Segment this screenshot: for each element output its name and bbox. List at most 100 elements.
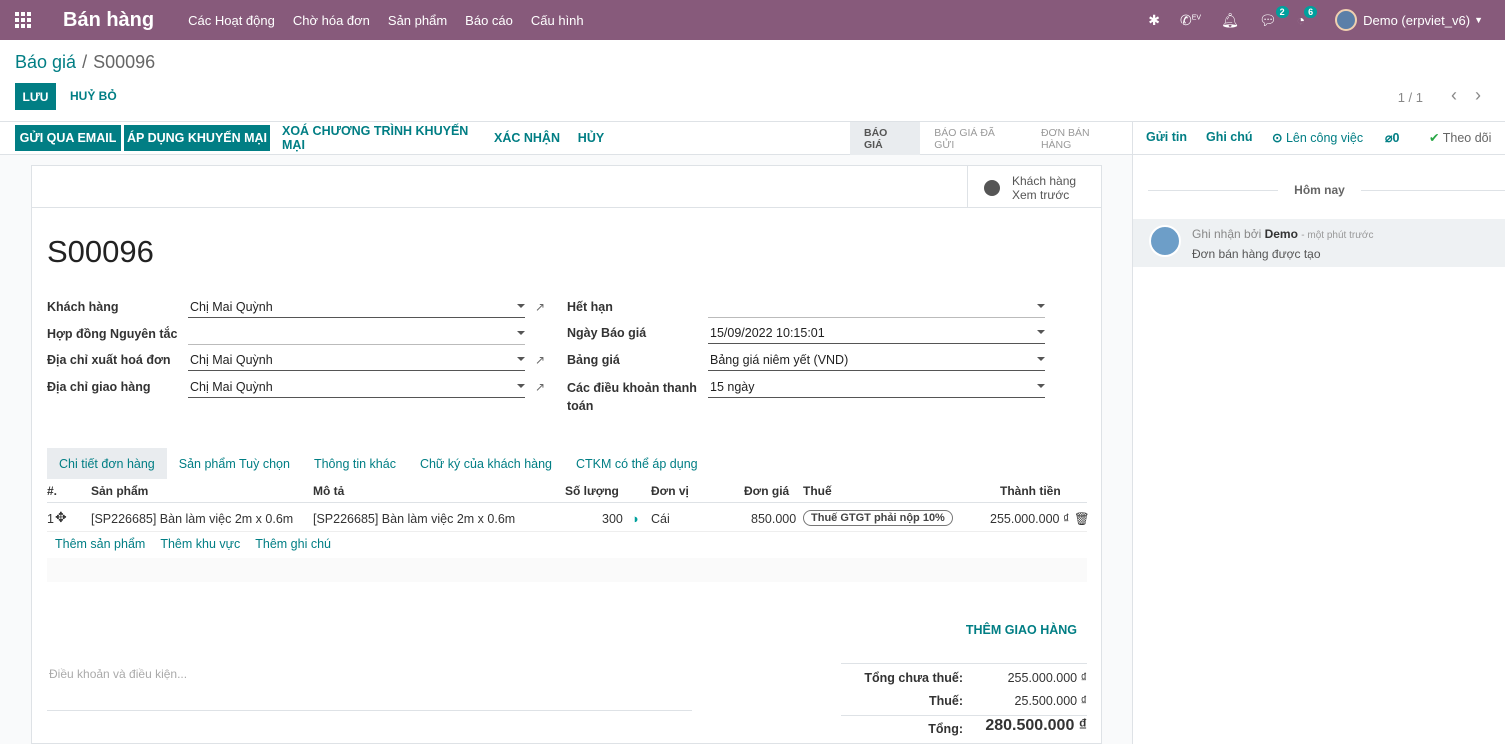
col-quantity[interactable]: Số lượng — [565, 484, 619, 498]
row-quantity[interactable]: 300 — [602, 512, 623, 526]
table-row[interactable]: 1 ✥ [SP226685] Bàn làm việc 2m x 0.6m [S… — [47, 506, 1090, 532]
pricelist-field[interactable]: Bảng giá niêm yết (VND) — [708, 349, 1045, 371]
pager-next-icon[interactable]: › — [1475, 85, 1481, 106]
chat-icon[interactable]: 💬︎ 2 — [1259, 5, 1289, 29]
quotation-date-dropdown-icon[interactable] — [1037, 330, 1045, 334]
bell-icon[interactable]: 🔔︎ — [1221, 12, 1239, 29]
payment-terms-dropdown-icon[interactable] — [1037, 384, 1045, 388]
apps-menu-icon[interactable] — [0, 0, 46, 40]
delivery-address-external-link-icon[interactable]: ↗ — [535, 380, 545, 394]
col-subtotal[interactable]: Thành tiền — [1000, 484, 1061, 498]
row-uom[interactable]: Cái — [651, 512, 670, 526]
message-prefix: Ghi nhận bởi — [1192, 227, 1262, 241]
add-note-link[interactable]: Thêm ghi chú — [255, 537, 331, 551]
menu-configuration[interactable]: Cấu hình — [531, 13, 584, 28]
col-product[interactable]: Sản phẩm — [91, 484, 148, 498]
pager-value[interactable]: 1 / 1 — [1398, 90, 1423, 105]
tab-optional-products[interactable]: Sản phẩm Tuỳ chọn — [167, 448, 302, 479]
add-delivery-button[interactable]: THÊM GIAO HÀNG — [966, 623, 1077, 637]
stage-sales-order[interactable]: ĐƠN BÁN HÀNG — [1027, 122, 1132, 155]
col-uom[interactable]: Đơn vị — [651, 484, 689, 498]
tab-applicable-promotions[interactable]: CTKM có thể áp dụng — [564, 448, 710, 479]
customer-value: Chị Mai Quỳnh — [190, 299, 273, 314]
apply-promotion-button[interactable]: ÁP DỤNG KHUYẾN MẠI — [124, 125, 270, 151]
tab-order-lines[interactable]: Chi tiết đơn hàng — [47, 448, 167, 479]
framework-contract-dropdown-icon[interactable] — [517, 331, 525, 335]
pricelist-dropdown-icon[interactable] — [1037, 357, 1045, 361]
customer-preview-button[interactable]: Khách hàng Xem trước — [967, 166, 1101, 208]
row-product[interactable]: [SP226685] Bàn làm việc 2m x 0.6m — [91, 512, 293, 526]
menu-activities[interactable]: Các Hoạt động — [188, 13, 275, 28]
menu-products[interactable]: Sản phẩm — [388, 13, 447, 28]
invoice-address-external-link-icon[interactable]: ↗ — [535, 353, 545, 367]
attachments-button[interactable]: ⌀0 — [1385, 130, 1399, 145]
log-note-button[interactable]: Ghi chú — [1206, 130, 1253, 144]
send-message-button[interactable]: Gửi tin — [1146, 130, 1187, 144]
save-button[interactable]: LƯU — [15, 83, 56, 110]
delivery-address-field[interactable]: Chị Mai Quỳnh — [188, 376, 525, 398]
invoice-address-field[interactable]: Chị Mai Quỳnh — [188, 349, 525, 371]
preview-line2: Xem trước — [1012, 188, 1070, 202]
quotation-date-field[interactable]: 15/09/2022 10:15:01 — [708, 322, 1045, 344]
schedule-activity-label: Lên công việc — [1285, 131, 1364, 145]
debug-bug-icon[interactable]: ✱ — [1148, 12, 1160, 29]
payment-terms-field[interactable]: 15 ngày — [708, 376, 1045, 398]
discard-button[interactable]: HUỶ BỎ — [70, 89, 117, 103]
payment-terms-label: Các điều khoản thanh toán — [567, 381, 697, 413]
app-name[interactable]: Bán hàng — [63, 9, 154, 32]
breadcrumb-current: S00096 — [93, 52, 156, 72]
message-author[interactable]: Demo — [1265, 227, 1298, 241]
customer-external-link-icon[interactable]: ↗ — [535, 300, 545, 314]
order-lines-header: #. Sản phẩm Mô tả Số lượng Đơn vị Đơn gi… — [47, 481, 1087, 503]
add-line-links: Thêm sản phẩm Thêm khu vực Thêm ghi chú — [55, 537, 346, 551]
user-menu[interactable]: Demo (erpviet_v6) ▼ — [1335, 9, 1483, 31]
customer-dropdown-icon[interactable] — [517, 304, 525, 308]
row-description[interactable]: [SP226685] Bàn làm việc 2m x 0.6m — [313, 512, 515, 526]
send-email-button[interactable]: GỬI QUA EMAIL — [15, 125, 121, 151]
terms-conditions-input[interactable]: Điều khoản và điều kiện... — [49, 667, 187, 681]
tab-other-info[interactable]: Thông tin khác — [302, 448, 408, 479]
add-product-link[interactable]: Thêm sản phẩm — [55, 537, 145, 551]
menu-to-invoice[interactable]: Chờ hóa đơn — [293, 13, 370, 28]
invoice-address-dropdown-icon[interactable] — [517, 357, 525, 361]
totals-divider — [841, 715, 1087, 716]
breadcrumb-quotations[interactable]: Báo giá — [15, 52, 76, 72]
tax-label: Thuế: — [928, 694, 963, 708]
col-taxes[interactable]: Thuế — [803, 484, 832, 498]
chat-badge: 2 — [1275, 5, 1289, 18]
cancel-button[interactable]: HỦY — [576, 125, 606, 151]
forecast-info-icon[interactable]: ◑ — [631, 512, 639, 526]
drag-handle-icon[interactable]: ✥ — [55, 509, 67, 526]
add-section-link[interactable]: Thêm khu vực — [160, 537, 240, 551]
menu-reports[interactable]: Báo cáo — [465, 13, 513, 28]
stage-quotation-sent[interactable]: BÁO GIÁ ĐÃ GỬI — [920, 122, 1027, 155]
expiration-dropdown-icon[interactable] — [1037, 304, 1045, 308]
schedule-activity-button[interactable]: ⊙ Lên công việc — [1272, 130, 1363, 145]
stage-quotation[interactable]: BÁO GIÁ — [850, 122, 921, 155]
attachment-count: 0 — [1392, 131, 1400, 145]
activity-clock-icon[interactable]: ◔ 6 — [1297, 6, 1318, 28]
tab-customer-signature[interactable]: Chữ ký của khách hàng — [408, 448, 564, 479]
follow-button[interactable]: ✔ Theo dõi — [1429, 130, 1491, 145]
col-unit-price[interactable]: Đơn giá — [744, 484, 789, 498]
breadcrumb-separator: / — [82, 52, 88, 72]
col-description[interactable]: Mô tả — [313, 484, 344, 498]
globe-icon — [984, 180, 1000, 196]
expiration-field[interactable] — [708, 296, 1045, 318]
button-box: Khách hàng Xem trước — [32, 166, 1101, 208]
col-seq: #. — [47, 484, 58, 498]
confirm-button[interactable]: XÁC NHẬN — [494, 125, 560, 151]
row-tax-tag[interactable]: Thuế GTGT phải nộp 10% — [803, 510, 953, 526]
trash-icon[interactable]: 🗑︎ — [1074, 512, 1090, 527]
pager-prev-icon[interactable]: ‹ — [1451, 85, 1457, 106]
row-subtotal: 255.000.000 ₫ — [990, 512, 1070, 526]
order-name: S00096 — [47, 234, 154, 269]
phone-icon[interactable]: ✆EV — [1180, 12, 1201, 29]
delivery-address-dropdown-icon[interactable] — [517, 384, 525, 388]
row-seq: 1 — [47, 512, 54, 526]
author-avatar[interactable] — [1149, 225, 1181, 257]
row-unit-price[interactable]: 850.000 — [751, 512, 796, 526]
framework-contract-field[interactable] — [188, 323, 525, 345]
remove-promotion-button[interactable]: XOÁ CHƯƠNG TRÌNH KHUYẾN MẠI — [282, 124, 477, 152]
customer-field[interactable]: Chị Mai Quỳnh — [188, 296, 525, 318]
